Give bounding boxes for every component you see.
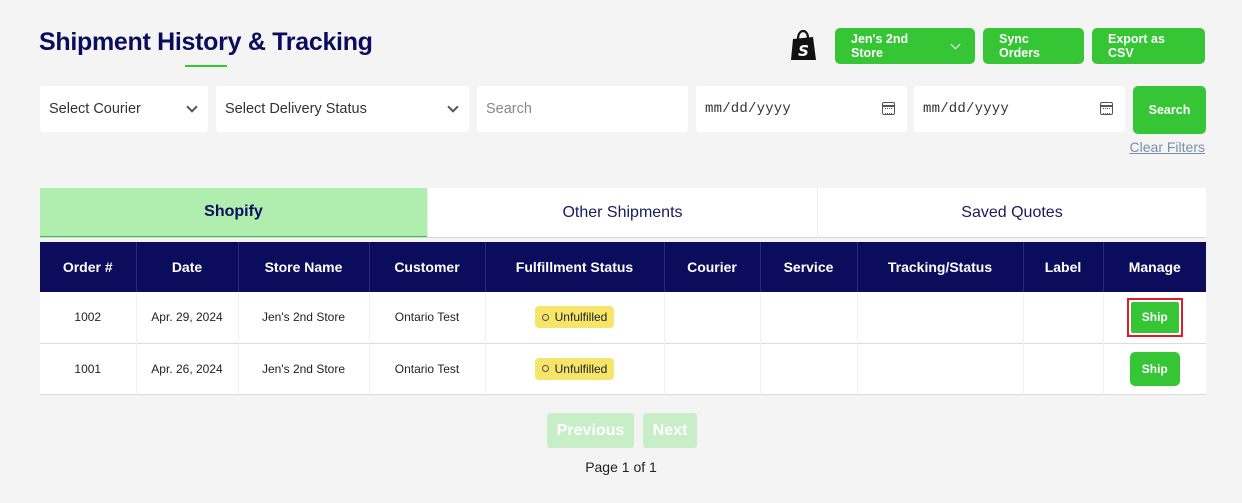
fulfillment-status-cell: Unfulfilled [485, 343, 665, 394]
shopify-bag-icon: S [787, 29, 820, 63]
delivery-status-value: Select Delivery Status [225, 101, 367, 117]
search-button[interactable]: Search [1133, 86, 1206, 134]
status-badge: Unfulfilled [534, 357, 615, 380]
shipments-table: Order # Date Store Name Customer Fulfill… [40, 242, 1206, 395]
fulfillment-status-cell: Unfulfilled [485, 292, 665, 343]
table-row: 1002 Apr. 29, 2024 Jen's 2nd Store Ontar… [40, 292, 1206, 343]
service-cell [760, 343, 858, 394]
export-csv-button[interactable]: Export as CSV [1092, 28, 1205, 64]
store-selector[interactable]: Jen's 2nd Store [835, 28, 975, 64]
calendar-icon[interactable] [882, 102, 895, 115]
calendar-icon[interactable] [1100, 102, 1113, 115]
page-info: Page 1 of 1 [585, 459, 657, 475]
chevron-down-icon [186, 101, 198, 113]
date-to-value: mm/dd/yyyy [923, 101, 1010, 117]
pagination: Previous Next [547, 413, 697, 448]
order-number: 1001 [40, 343, 137, 394]
courier-select[interactable]: Select Courier [40, 86, 208, 132]
previous-button[interactable]: Previous [547, 413, 634, 448]
date-from-field[interactable]: mm/dd/yyyy [696, 86, 907, 132]
table-header-row: Order # Date Store Name Customer Fulfill… [40, 242, 1206, 292]
service-cell [760, 292, 858, 343]
column-header[interactable]: Fulfillment Status [485, 242, 665, 292]
tracking-cell [857, 292, 1024, 343]
highlight-box: Ship [1126, 297, 1183, 337]
chevron-down-icon [950, 39, 961, 49]
sync-orders-button[interactable]: Sync Orders [983, 28, 1084, 64]
clear-filters-link[interactable]: Clear Filters [1130, 139, 1205, 155]
label-cell [1023, 343, 1104, 394]
label-cell [1023, 292, 1104, 343]
tracking-cell [857, 343, 1024, 394]
table-row: 1001 Apr. 26, 2024 Jen's 2nd Store Ontar… [40, 343, 1206, 394]
title-underline [185, 65, 227, 67]
chevron-down-icon [447, 101, 459, 113]
page-title: Shipment History & Tracking [39, 28, 373, 56]
column-header[interactable]: Customer [369, 242, 486, 292]
manage-cell: Ship [1103, 292, 1206, 343]
column-header[interactable]: Store Name [238, 242, 370, 292]
circle-icon [541, 365, 549, 372]
header-actions: S Jen's 2nd Store Sync Orders Export as … [787, 28, 1205, 64]
delivery-status-select[interactable]: Select Delivery Status [216, 86, 469, 132]
column-header: Manage [1128, 259, 1181, 275]
order-date: Apr. 26, 2024 [136, 343, 239, 394]
circle-icon [541, 313, 549, 321]
tab-saved-quotes[interactable]: Saved Quotes [817, 188, 1206, 237]
courier-select-value: Select Courier [49, 101, 141, 117]
column-header[interactable]: Service [760, 242, 858, 292]
store-name: Jen's 2nd Store [238, 292, 370, 343]
manage-cell: Ship [1103, 343, 1206, 394]
date-from-value: mm/dd/yyyy [705, 101, 792, 117]
search-input[interactable]: Search [477, 86, 688, 132]
tab-shopify[interactable]: Shopify [40, 188, 427, 237]
courier-cell [664, 343, 761, 394]
ship-button[interactable]: Ship [1129, 351, 1180, 386]
order-date: Apr. 29, 2024 [136, 292, 239, 343]
customer-name: Ontario Test [369, 292, 486, 343]
status-badge: Unfulfilled [534, 306, 615, 329]
column-header[interactable]: Date [136, 242, 239, 292]
search-placeholder: Search [486, 101, 532, 117]
column-header[interactable]: Tracking/Status [857, 242, 1024, 292]
order-number: 1002 [40, 292, 137, 343]
tab-other-shipments[interactable]: Other Shipments [427, 188, 817, 237]
status-badge-label: Unfulfilled [554, 361, 608, 376]
column-header[interactable]: Courier [664, 242, 761, 292]
courier-cell [664, 292, 761, 343]
column-header[interactable]: Order # [40, 242, 137, 292]
tab-bar: Shopify Other Shipments Saved Quotes [40, 188, 1206, 238]
svg-text:S: S [798, 42, 809, 60]
date-to-field[interactable]: mm/dd/yyyy [914, 86, 1125, 132]
next-button[interactable]: Next [643, 413, 697, 448]
column-header[interactable]: Label [1023, 242, 1104, 292]
ship-button[interactable]: Ship [1130, 301, 1179, 333]
store-name: Jen's 2nd Store [238, 343, 370, 394]
status-badge-label: Unfulfilled [554, 310, 608, 325]
store-selector-label: Jen's 2nd Store [851, 32, 909, 60]
customer-name: Ontario Test [369, 343, 486, 394]
